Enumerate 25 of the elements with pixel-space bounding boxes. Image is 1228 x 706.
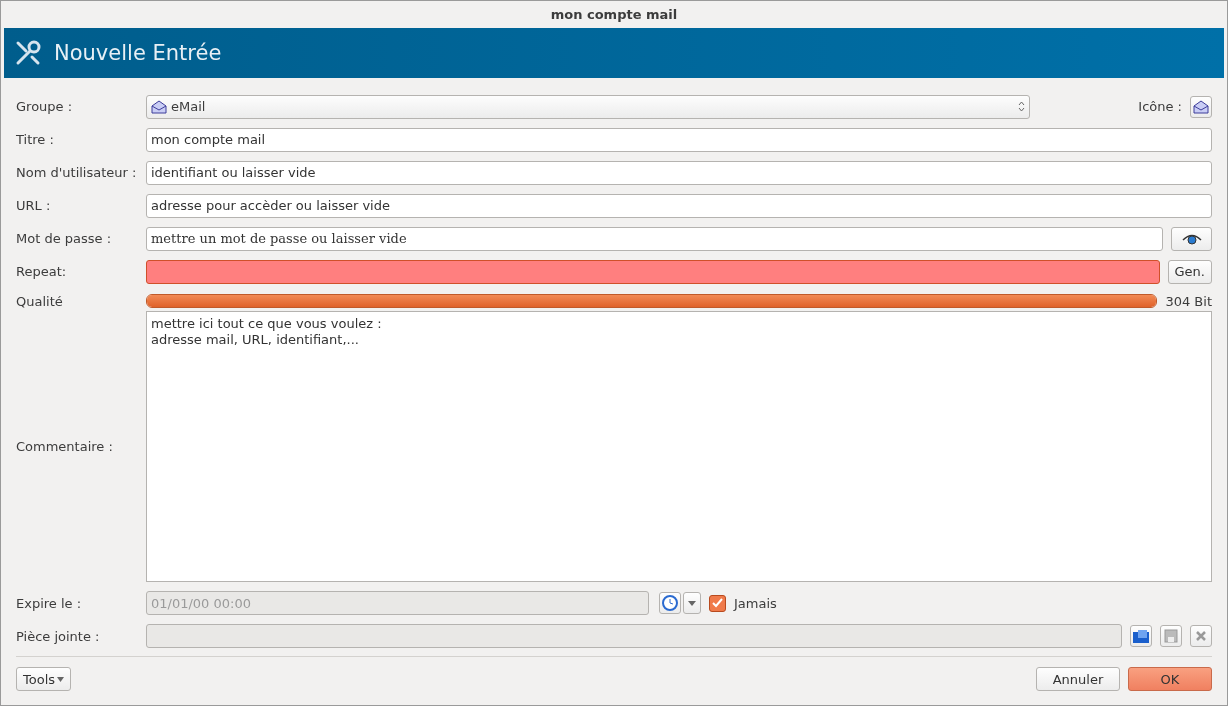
window-title: mon compte mail xyxy=(549,6,679,24)
field-label: Groupe : xyxy=(16,99,74,114)
group-dropdown[interactable]: eMail xyxy=(146,94,1031,119)
dialog-heading: Nouvelle Entrée xyxy=(54,41,222,65)
field-label: Titre : xyxy=(16,132,55,147)
field-label: Pièce jointe : xyxy=(16,628,101,644)
field-label: Nom d'utilisateur : xyxy=(16,165,138,180)
field-label: URL : xyxy=(16,198,52,213)
field-label: Qualité xyxy=(16,293,64,309)
text-field[interactable]: mon compte mail xyxy=(146,127,1212,152)
ok-button[interactable]: OK xyxy=(1128,667,1212,691)
tools-button[interactable]: Tools xyxy=(16,667,72,691)
generate-button[interactable]: Gen. xyxy=(1167,259,1212,284)
field-label: Mot de passe : xyxy=(16,231,113,246)
checkbox-label: Jamais xyxy=(734,595,777,611)
field-label: Icône : xyxy=(1138,99,1182,114)
text-field[interactable]: adresse pour accèder ou laisser vide xyxy=(146,193,1212,218)
password-field[interactable]: mettre un mot de passe ou laisser vide xyxy=(146,226,1163,251)
field-label: Repeat: xyxy=(16,264,68,279)
comment-textarea[interactable]: mettre ici tout ce que vous voulez : adresse mail, URL, identifiant,... xyxy=(146,311,1212,582)
quality-reading: 304 Bit xyxy=(1165,293,1212,309)
field-label: Commentaire : xyxy=(16,439,114,454)
cancel-button[interactable]: Annuler xyxy=(1036,667,1120,691)
text-field[interactable]: identifiant ou laisser vide xyxy=(146,160,1212,185)
field-label: Expire le : xyxy=(16,595,83,611)
